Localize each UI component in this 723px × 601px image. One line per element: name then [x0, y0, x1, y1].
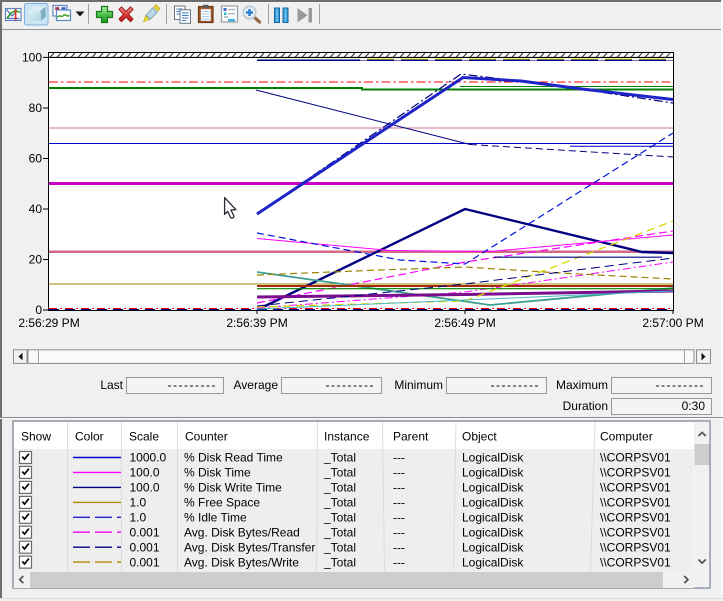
svg-text:Color: Color [75, 430, 104, 444]
svg-text:% Disk Read Time: % Disk Read Time [184, 451, 283, 465]
svg-text:---: --- [393, 466, 405, 480]
svg-text:---: --- [393, 481, 405, 495]
svg-text:Instance: Instance [324, 430, 370, 444]
svg-text:% Disk Time: % Disk Time [184, 466, 251, 480]
svg-text:Counter: Counter [185, 430, 228, 444]
svg-text:_Total: _Total [323, 526, 356, 540]
svg-text:\\CORPSV01: \\CORPSV01 [600, 466, 671, 480]
svg-text:Scale: Scale [129, 430, 159, 444]
svg-text:Avg. Disk Bytes/Read: Avg. Disk Bytes/Read [184, 526, 300, 540]
svg-text:_Total: _Total [323, 481, 356, 495]
svg-text:LogicalDisk: LogicalDisk [462, 481, 524, 495]
svg-text:_Total: _Total [323, 555, 356, 569]
svg-text:2:56:39 PM: 2:56:39 PM [226, 316, 287, 330]
svg-text:% Idle Time: % Idle Time [184, 511, 247, 525]
svg-text:Avg. Disk Bytes/Transfer: Avg. Disk Bytes/Transfer [184, 540, 315, 554]
svg-text:% Disk Write Time: % Disk Write Time [184, 481, 282, 495]
svg-text:0.001: 0.001 [130, 526, 160, 540]
svg-text:LogicalDisk: LogicalDisk [462, 540, 524, 554]
svg-text:100.0: 100.0 [130, 466, 160, 480]
svg-text:60: 60 [29, 152, 43, 166]
svg-text:\\CORPSV01: \\CORPSV01 [600, 540, 671, 554]
svg-text:---: --- [393, 511, 405, 525]
svg-text:LogicalDisk: LogicalDisk [462, 511, 524, 525]
svg-text:LogicalDisk: LogicalDisk [462, 555, 524, 569]
svg-text:\\CORPSV01: \\CORPSV01 [600, 451, 671, 465]
svg-text:_Total: _Total [323, 496, 356, 510]
svg-text:Computer: Computer [600, 430, 653, 444]
svg-text:Show: Show [21, 430, 51, 444]
svg-text:40: 40 [29, 202, 43, 216]
svg-text:---: --- [393, 526, 405, 540]
svg-text:_Total: _Total [323, 451, 356, 465]
svg-text:1.0: 1.0 [130, 511, 147, 525]
svg-text:\\CORPSV01: \\CORPSV01 [600, 496, 671, 510]
svg-text:80: 80 [29, 101, 43, 115]
svg-text:% Free Space: % Free Space [184, 496, 260, 510]
svg-text:LogicalDisk: LogicalDisk [462, 466, 524, 480]
svg-text:1000.0: 1000.0 [130, 451, 167, 465]
svg-text:---: --- [393, 555, 405, 569]
svg-text:0.001: 0.001 [130, 540, 160, 554]
svg-text:Avg. Disk Bytes/Write: Avg. Disk Bytes/Write [184, 555, 299, 569]
svg-text:LogicalDisk: LogicalDisk [462, 451, 524, 465]
svg-text:20: 20 [29, 253, 43, 267]
svg-text:2:56:49 PM: 2:56:49 PM [434, 316, 495, 330]
svg-text:1.0: 1.0 [130, 496, 147, 510]
svg-text:_Total: _Total [323, 540, 356, 554]
svg-text:---: --- [393, 496, 405, 510]
svg-text:_Total: _Total [323, 466, 356, 480]
svg-text:2:56:29 PM: 2:56:29 PM [18, 316, 79, 330]
svg-text:\\CORPSV01: \\CORPSV01 [600, 526, 671, 540]
svg-text:---: --- [393, 451, 405, 465]
svg-text:0.001: 0.001 [130, 555, 160, 569]
svg-text:100: 100 [22, 51, 42, 65]
svg-text:---: --- [393, 540, 405, 554]
svg-text:100.0: 100.0 [130, 481, 160, 495]
svg-text:LogicalDisk: LogicalDisk [462, 496, 524, 510]
svg-text:\\CORPSV01: \\CORPSV01 [600, 511, 671, 525]
svg-text:\\CORPSV01: \\CORPSV01 [600, 481, 671, 495]
svg-text:_Total: _Total [323, 511, 356, 525]
svg-text:\\CORPSV01: \\CORPSV01 [600, 555, 671, 569]
svg-text:LogicalDisk: LogicalDisk [462, 526, 524, 540]
svg-text:0: 0 [35, 303, 42, 317]
svg-text:Parent: Parent [393, 430, 429, 444]
svg-text:Object: Object [462, 430, 497, 444]
svg-text:2:57:00 PM: 2:57:00 PM [642, 316, 703, 330]
